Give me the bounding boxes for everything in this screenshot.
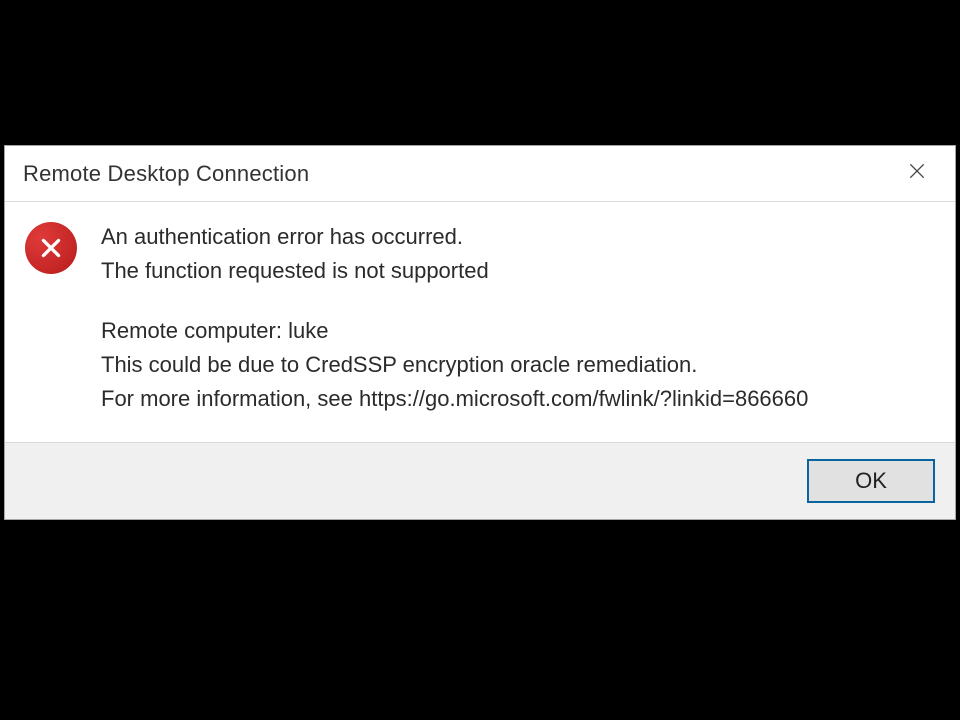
close-icon: [907, 161, 927, 186]
spacer: [101, 288, 935, 314]
message-line-1: An authentication error has occurred.: [101, 220, 935, 254]
icon-column: [25, 220, 91, 274]
message-line-3: Remote computer: luke: [101, 314, 935, 348]
message-line-4: This could be due to CredSSP encryption …: [101, 348, 935, 382]
dialog-title: Remote Desktop Connection: [23, 161, 309, 187]
ok-button-label: OK: [855, 468, 887, 494]
message-line-2: The function requested is not supported: [101, 254, 935, 288]
dialog-body: An authentication error has occurred. Th…: [5, 202, 955, 442]
close-button[interactable]: [895, 154, 939, 194]
dialog-footer: OK: [5, 442, 955, 519]
message-line-5: For more information, see https://go.mic…: [101, 382, 935, 416]
titlebar: Remote Desktop Connection: [5, 146, 955, 202]
ok-button[interactable]: OK: [807, 459, 935, 503]
error-dialog: Remote Desktop Connection An authenticat…: [4, 145, 956, 520]
message-column: An authentication error has occurred. Th…: [91, 220, 935, 416]
error-icon: [25, 222, 77, 274]
